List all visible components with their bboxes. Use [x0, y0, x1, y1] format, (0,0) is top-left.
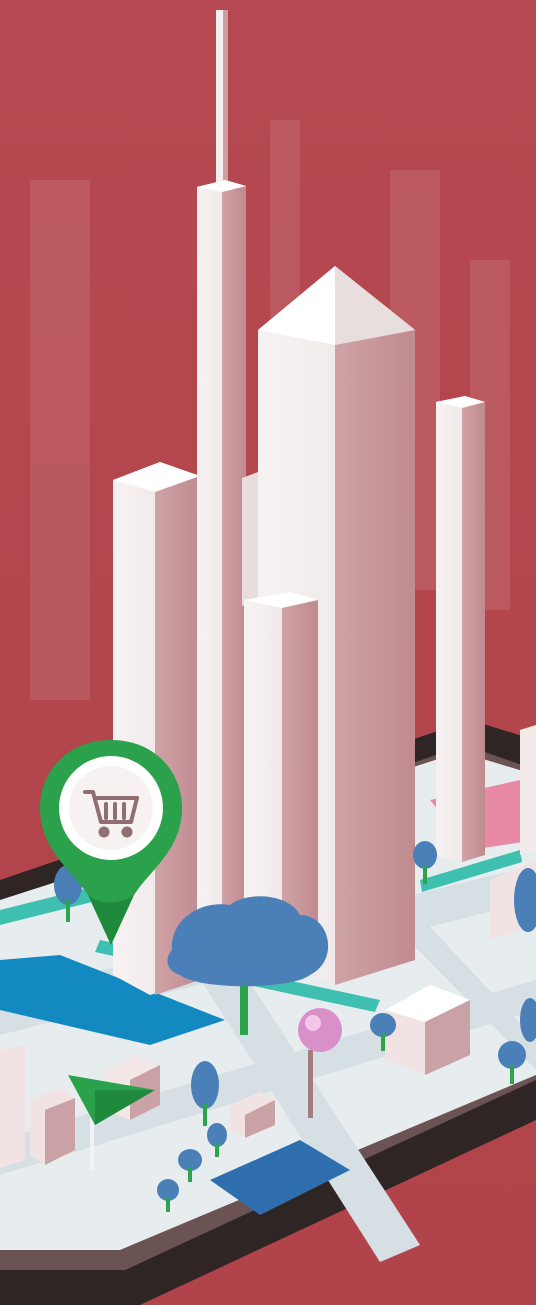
city-map-illustration: [0, 0, 536, 1305]
isometric-city-svg: [0, 0, 536, 1305]
map-pin-icon: [308, 1050, 313, 1118]
